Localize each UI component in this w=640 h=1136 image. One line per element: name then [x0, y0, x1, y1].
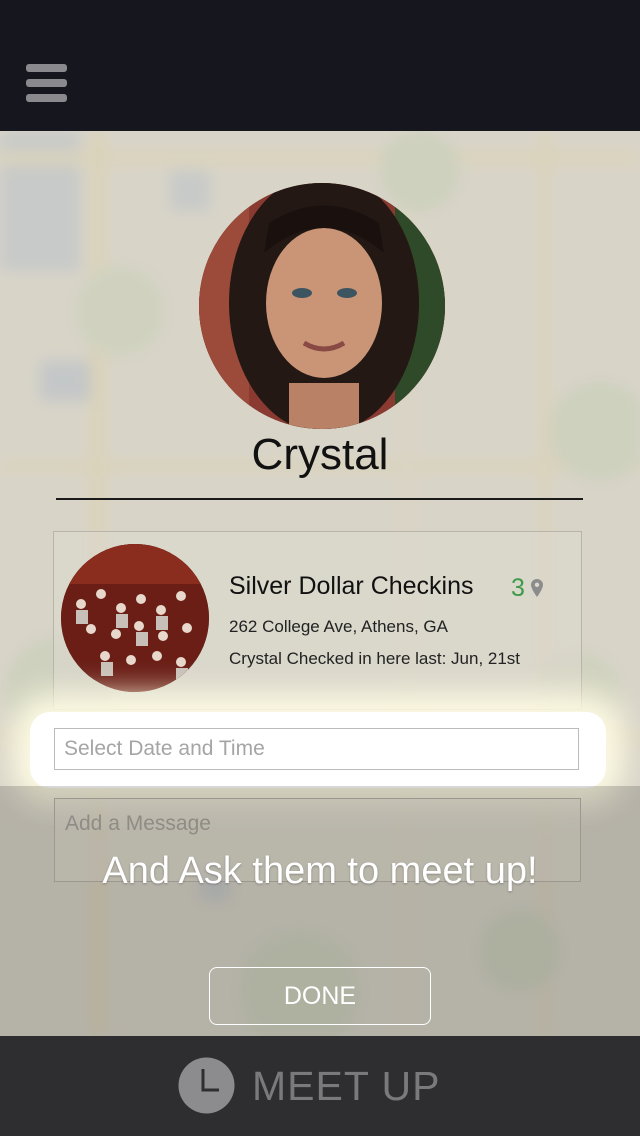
clock-icon [178, 1057, 235, 1114]
hamburger-menu-icon[interactable] [26, 64, 68, 102]
location-pin-icon [531, 579, 543, 597]
meet-up-label: MEET UP [252, 1063, 441, 1109]
venue-address: 262 College Ave, Athens, GA [229, 617, 448, 636]
date-time-input[interactable] [54, 728, 579, 770]
venue-photo [61, 544, 209, 692]
crowd-photo [61, 544, 209, 692]
checkin-count: 3 [511, 574, 525, 602]
done-button[interactable]: DONE [209, 967, 431, 1025]
profile-photo [199, 183, 445, 429]
profile-name: Crystal [251, 430, 389, 479]
top-bar [0, 0, 640, 131]
last-checkin-text: Crystal Checked in here last: Jun, 21st [229, 649, 521, 668]
divider [56, 498, 583, 500]
venue-card[interactable]: Silver Dollar Checkins 3 262 College Ave… [53, 531, 582, 710]
avatar [199, 183, 445, 429]
tutorial-text: And Ask them to meet up! [102, 850, 538, 892]
meet-up-button[interactable]: MEET UP [0, 1036, 640, 1136]
venue-name: Silver Dollar Checkins [229, 572, 474, 600]
